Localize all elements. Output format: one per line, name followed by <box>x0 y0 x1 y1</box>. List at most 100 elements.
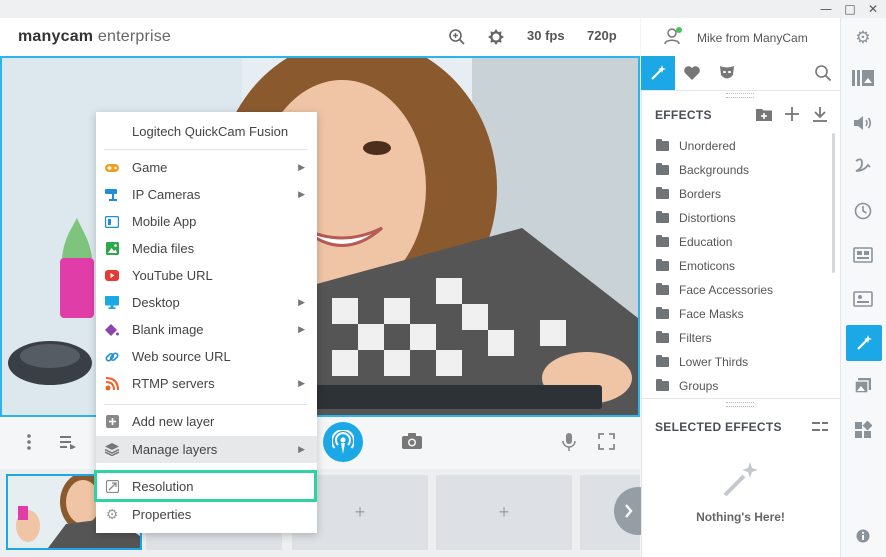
effects-folder-item[interactable]: Filters <box>656 326 712 350</box>
effects-folder-item[interactable]: Borders <box>656 182 721 206</box>
effects-scrollbar[interactable] <box>832 133 835 273</box>
add-layer-plus-icon: + <box>354 502 366 522</box>
zoom-icon[interactable] <box>448 28 466 51</box>
menu-item-label: Add new layer <box>132 414 215 429</box>
effects-folder-item[interactable]: Unordered <box>656 134 736 158</box>
effects-folder-item[interactable]: Face Masks <box>656 302 744 326</box>
images-icon[interactable] <box>840 368 886 404</box>
effects-folder-item[interactable]: Education <box>656 230 732 254</box>
menu-item-manage-layers[interactable]: Manage layers ▶ <box>96 436 317 463</box>
desktop-icon <box>105 296 119 310</box>
menu-divider <box>104 149 307 150</box>
menu-item-label: Properties <box>132 507 192 522</box>
tab-masks-icon[interactable] <box>718 64 736 87</box>
gamepad-icon <box>105 161 119 175</box>
menu-item-rtmp-servers[interactable]: RTMP servers ▶ <box>96 370 317 397</box>
add-layer-plus-icon: + <box>498 502 510 522</box>
media-files-icon <box>105 242 119 256</box>
menu-item-youtube-url[interactable]: YouTube URL <box>96 262 317 289</box>
menu-item-ip-cameras[interactable]: IP Cameras ▶ <box>96 181 317 208</box>
selected-effects-title: SELECTED EFFECTS <box>655 420 782 434</box>
history-clock-icon[interactable] <box>840 193 886 229</box>
user-avatar-icon[interactable] <box>664 27 682 50</box>
minimize-button[interactable]: — <box>815 0 837 18</box>
tab-favorites-heart-icon[interactable] <box>683 65 701 86</box>
menu-item-label: YouTube URL <box>132 268 213 283</box>
presets-icon[interactable] <box>840 60 886 96</box>
menu-item-add-new-layer[interactable]: Add new layer <box>96 408 317 435</box>
menu-item-label: Blank image <box>132 322 204 337</box>
menu-item-media-files[interactable]: Media files <box>96 235 317 262</box>
brightness-icon[interactable] <box>487 28 505 51</box>
menu-item-game[interactable]: Game ▶ <box>96 154 317 181</box>
user-name[interactable]: Mike from ManyCam <box>697 31 808 45</box>
paint-bucket-icon <box>105 323 119 337</box>
drawing-icon[interactable] <box>840 148 886 184</box>
submenu-arrow-icon: ▶ <box>298 324 305 335</box>
effects-folder-item[interactable]: Emoticons <box>656 254 735 278</box>
add-effect-icon[interactable] <box>785 107 799 126</box>
fps-selector[interactable]: 30 fps <box>527 28 565 43</box>
empty-layer-slot[interactable]: + <box>436 475 572 550</box>
menu-item-label: Desktop <box>132 295 180 310</box>
submenu-arrow-icon: ▶ <box>298 189 305 200</box>
menu-item-web-source-url[interactable]: Web source URL <box>96 343 317 370</box>
close-button[interactable]: ✕ <box>862 0 884 18</box>
more-options-icon[interactable] <box>25 433 33 456</box>
menu-item-label: Web source URL <box>132 349 231 364</box>
menu-device-item[interactable]: Logitech QuickCam Fusion <box>132 124 288 139</box>
maximize-button[interactable]: □ <box>839 0 861 18</box>
folder-label: Emoticons <box>679 259 736 273</box>
effects-title: EFFECTS <box>655 108 712 122</box>
resolution-selector[interactable]: 720p <box>587 28 617 43</box>
menu-item-mobile-app[interactable]: Mobile App <box>96 208 317 235</box>
menu-item-label: RTMP servers <box>132 376 215 391</box>
menu-item-desktop[interactable]: Desktop ▶ <box>96 289 317 316</box>
menu-item-blank-image[interactable]: Blank image ▶ <box>96 316 317 343</box>
folder-label: Distortions <box>679 211 736 225</box>
fullscreen-icon[interactable] <box>598 433 615 455</box>
new-folder-icon[interactable] <box>756 107 772 126</box>
title-bar <box>0 0 886 18</box>
lower-thirds-icon[interactable] <box>840 281 886 317</box>
youtube-icon <box>105 269 119 283</box>
info-icon[interactable] <box>840 518 886 554</box>
folder-label: Backgrounds <box>679 163 750 177</box>
download-icon[interactable] <box>812 106 828 127</box>
magic-wand-empty-icon <box>722 460 760 503</box>
app-logo: manycam enterprise <box>18 28 172 45</box>
menu-item-properties[interactable]: ⚙ Properties <box>96 501 317 528</box>
effects-folder-item[interactable]: Lower Thirds <box>656 350 748 374</box>
chroma-key-icon[interactable] <box>840 237 886 273</box>
microphone-icon[interactable] <box>561 432 577 457</box>
playlist-icon[interactable] <box>60 435 76 454</box>
link-icon <box>105 350 119 364</box>
snapshot-camera-icon[interactable] <box>401 432 423 455</box>
drag-handle[interactable] <box>726 93 754 98</box>
folder-icon <box>656 283 669 295</box>
folder-icon <box>656 235 669 247</box>
folder-icon <box>656 331 669 343</box>
search-icon[interactable] <box>814 64 832 87</box>
effects-rail-wand-icon[interactable] <box>846 325 882 361</box>
broadcast-button[interactable] <box>323 422 363 462</box>
submenu-arrow-icon: ▶ <box>298 297 305 308</box>
effects-folder-item[interactable]: Face Accessories <box>656 278 773 302</box>
submenu-arrow-icon: ▶ <box>298 162 305 173</box>
resolution-highlight-box <box>94 470 317 502</box>
folder-icon <box>656 379 669 391</box>
menu-item-label: Game <box>132 160 168 175</box>
effects-folder-item[interactable]: Distortions <box>656 206 736 230</box>
folder-icon <box>656 355 669 367</box>
effects-folder-item[interactable]: Backgrounds <box>656 158 749 182</box>
audio-icon[interactable] <box>840 105 886 141</box>
submenu-arrow-icon: ▶ <box>298 444 305 455</box>
tab-effects-wand-icon[interactable] <box>641 56 675 90</box>
folder-icon <box>656 259 669 271</box>
effects-folder-item[interactable]: Groups <box>656 374 718 398</box>
clear-effects-icon[interactable] <box>812 420 828 438</box>
panel-divider <box>641 398 840 399</box>
settings-gear-icon[interactable]: ⚙ <box>840 20 886 56</box>
widgets-icon[interactable] <box>840 412 886 448</box>
drag-handle[interactable] <box>726 402 754 407</box>
